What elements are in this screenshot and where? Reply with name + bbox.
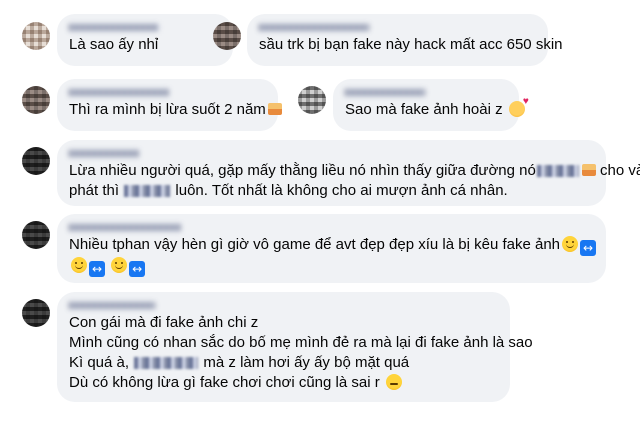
comment-text: Mình cũng có nhan sắc do bố mẹ mình đẻ r… bbox=[69, 334, 533, 351]
left-right-arrow-icon: ↔ bbox=[89, 261, 105, 277]
avatar[interactable] bbox=[298, 86, 326, 114]
emoji-icon bbox=[581, 164, 596, 176]
commenter-name-redacted[interactable] bbox=[69, 20, 221, 32]
avatar[interactable] bbox=[213, 22, 241, 50]
comment-text: Thì ra mình bị lừa suốt 2 năm bbox=[69, 100, 282, 120]
redacted-text bbox=[134, 357, 199, 370]
redacted-text bbox=[536, 165, 579, 178]
comment-bubble: Sao mà fake ảnh hoài z bbox=[333, 79, 529, 131]
commenter-name-redacted[interactable] bbox=[69, 85, 266, 97]
comment-bubble: Thì ra mình bị lừa suốt 2 năm bbox=[57, 79, 282, 131]
avatar[interactable] bbox=[22, 221, 50, 249]
comment-bubble: Nhiều tphan vậy hèn gì giờ vô game để av… bbox=[57, 214, 606, 283]
comment-bubble: Con gái mà đi fake ảnh chi z Mình cũng c… bbox=[57, 292, 533, 402]
comment-text: Lừa nhiều người quá, gặp mấy thằng liều … bbox=[69, 162, 640, 179]
commenter-name-redacted[interactable] bbox=[69, 146, 594, 158]
comment-text: Sao mà fake ảnh hoài z bbox=[345, 97, 529, 120]
pensive-face-icon bbox=[385, 374, 402, 390]
slightly-smiling-face-icon bbox=[562, 236, 579, 252]
left-right-arrow-icon: ↔ bbox=[129, 261, 146, 277]
left-right-arrow-icon: ↔ bbox=[580, 240, 597, 256]
smiling-face-with-hearts-icon bbox=[508, 97, 529, 117]
comment-bubble: Là sao ấy nhỉ bbox=[57, 14, 233, 66]
avatar[interactable] bbox=[22, 299, 50, 327]
redacted-text bbox=[124, 185, 171, 198]
comment-bubble: Lừa nhiều người quá, gặp mấy thằng liều … bbox=[57, 140, 640, 206]
avatar[interactable] bbox=[22, 22, 50, 50]
comment-bubble: sầu trk bị bạn fake này hack mất acc 650… bbox=[247, 14, 563, 66]
comment-text: Con gái mà đi fake ảnh chi z bbox=[69, 314, 259, 331]
comment-text: Là sao ấy nhỉ bbox=[69, 36, 159, 53]
emoji-row: ↔ ↔ bbox=[69, 256, 594, 277]
commenter-name-redacted[interactable] bbox=[69, 298, 498, 310]
commenter-name-redacted[interactable] bbox=[345, 85, 507, 97]
commenter-name-redacted[interactable] bbox=[259, 20, 536, 32]
comment-text: Dù có không lừa gì fake chơi chơi cũng l… bbox=[69, 373, 498, 393]
comment-text: phát thì luôn. Tốt nhất là không cho ai … bbox=[69, 182, 508, 199]
comment-text: sầu trk bị bạn fake này hack mất acc 650… bbox=[259, 36, 563, 53]
comment-text: Nhiều tphan vậy hèn gì giờ vô game để av… bbox=[69, 235, 597, 256]
avatar[interactable] bbox=[22, 86, 50, 114]
slightly-smiling-face-icon bbox=[111, 257, 128, 273]
emoji-icon bbox=[267, 103, 282, 115]
avatar[interactable] bbox=[22, 147, 50, 175]
commenter-name-redacted[interactable] bbox=[69, 220, 594, 232]
slightly-smiling-face-icon bbox=[71, 257, 87, 273]
comment-text: Kì quá à, mà z làm hơi ấy ấy bộ mặt quá bbox=[69, 354, 410, 371]
